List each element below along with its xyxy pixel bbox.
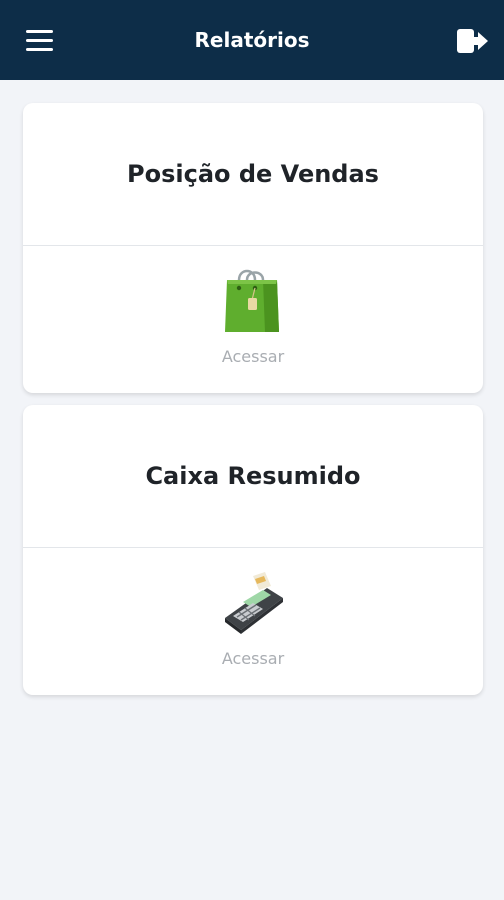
hamburger-menu-icon[interactable] <box>26 30 54 52</box>
card-action-area[interactable]: Acessar <box>23 246 483 393</box>
page-title: Relatórios <box>194 28 310 52</box>
card-header: Posição de Vendas <box>23 103 483 246</box>
app-header: Relatórios <box>0 0 504 80</box>
card-title: Posição de Vendas <box>127 160 379 188</box>
card-header: Caixa Resumido <box>23 405 483 548</box>
card-action-area[interactable]: Acessar <box>23 548 483 695</box>
shopping-bag-icon <box>219 268 287 338</box>
access-link[interactable]: Acessar <box>23 649 483 668</box>
card-title: Caixa Resumido <box>145 462 361 490</box>
access-link[interactable]: Acessar <box>23 347 483 366</box>
report-card-caixa-resumido: Caixa Resumido Acessar <box>23 405 483 695</box>
report-card-posicao-vendas: Posição de Vendas Acessar <box>23 103 483 393</box>
card-machine-icon <box>219 570 287 640</box>
logout-icon[interactable] <box>456 27 490 55</box>
